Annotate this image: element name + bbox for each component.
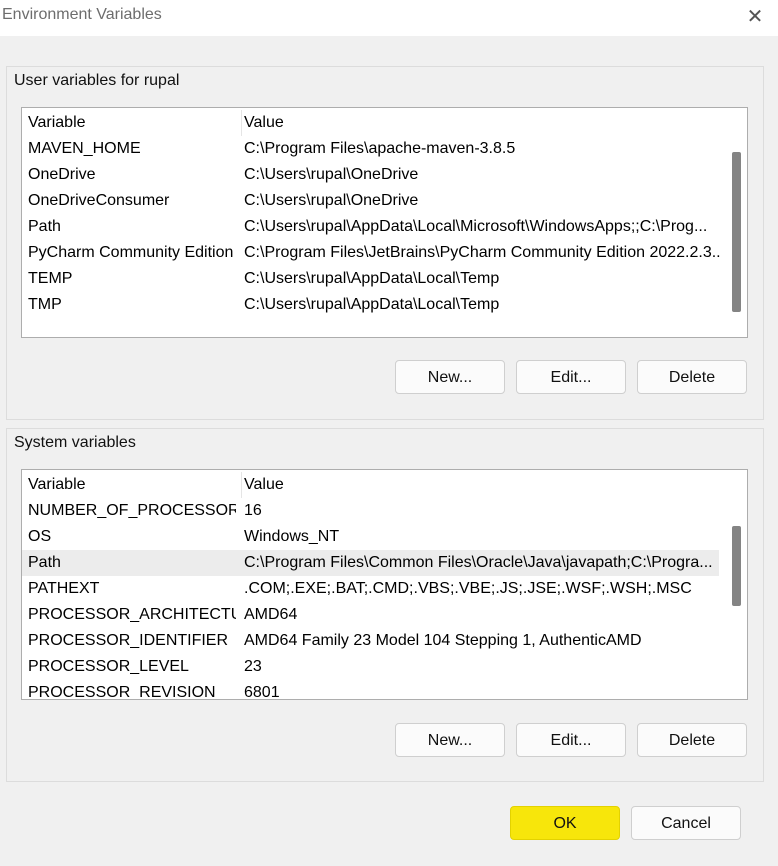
variable-name: TMP — [28, 296, 62, 313]
system-edit-button[interactable]: Edit... — [516, 723, 626, 757]
close-icon[interactable]: ✕ — [742, 5, 768, 29]
system-variable-row[interactable]: OS Windows_NT — [22, 524, 719, 550]
cancel-button[interactable]: Cancel — [631, 806, 741, 840]
variable-value: C:\Users\rupal\AppData\Local\Microsoft\W… — [244, 218, 708, 235]
scrollbar-thumb[interactable] — [732, 152, 741, 312]
variable-value: Windows_NT — [244, 528, 340, 545]
user-variable-row[interactable]: TEMP C:\Users\rupal\AppData\Local\Temp — [22, 266, 719, 292]
variable-value: C:\Users\rupal\OneDrive — [244, 192, 419, 209]
variable-value: 6801 — [244, 684, 280, 700]
variable-value: AMD64 Family 23 Model 104 Stepping 1, Au… — [244, 632, 642, 649]
system-delete-button[interactable]: Delete — [637, 723, 747, 757]
variable-name: OneDriveConsumer — [28, 192, 170, 209]
variable-name: Path — [28, 218, 61, 235]
system-variable-row[interactable]: PROCESSOR_REVISION 6801 — [22, 680, 719, 700]
window-title: Environment Variables — [2, 6, 162, 23]
ok-button[interactable]: OK — [510, 806, 620, 840]
user-new-button[interactable]: New... — [395, 360, 505, 394]
scrollbar-thumb[interactable] — [732, 526, 741, 606]
system-variable-row[interactable]: PROCESSOR_LEVEL 23 — [22, 654, 719, 680]
variable-name: NUMBER_OF_PROCESSORS — [28, 502, 236, 519]
system-variable-row[interactable]: PROCESSOR_IDENTIFIER AMD64 Family 23 Mod… — [22, 628, 719, 654]
variable-name: PROCESSOR_ARCHITECTURE — [28, 606, 236, 623]
variable-name: OS — [28, 528, 52, 545]
system-variable-row[interactable]: PATHEXT .COM;.EXE;.BAT;.CMD;.VBS;.VBE;.J… — [22, 576, 719, 602]
system-list-header: Variable Value — [22, 472, 719, 498]
variable-name: TEMP — [28, 270, 73, 287]
user-variable-row[interactable]: OneDriveConsumer C:\Users\rupal\OneDrive — [22, 188, 719, 214]
column-header-value[interactable]: Value — [241, 472, 720, 498]
variable-value: .COM;.EXE;.BAT;.CMD;.VBS;.VBE;.JS;.JSE;.… — [244, 580, 692, 597]
variable-value: AMD64 — [244, 606, 298, 623]
user-variable-row[interactable]: TMP C:\Users\rupal\AppData\Local\Temp — [22, 292, 719, 318]
system-variable-row[interactable]: NUMBER_OF_PROCESSORS 16 — [22, 498, 719, 524]
user-variable-row[interactable]: OneDrive C:\Users\rupal\OneDrive — [22, 162, 719, 188]
variable-name: Path — [28, 554, 61, 571]
variable-name: MAVEN_HOME — [28, 140, 141, 157]
system-variable-row-selected[interactable]: Path C:\Program Files\Common Files\Oracl… — [22, 550, 719, 576]
variable-value: 23 — [244, 658, 262, 675]
system-variables-list[interactable]: Variable Value NUMBER_OF_PROCESSORS 16 O… — [21, 469, 748, 700]
variable-value: C:\Program Files\Common Files\Oracle\Jav… — [244, 554, 713, 571]
user-list-header: Variable Value — [22, 110, 719, 136]
variable-name: PATHEXT — [28, 580, 100, 597]
variable-value: 16 — [244, 502, 262, 519]
variable-value: C:\Users\rupal\OneDrive — [244, 166, 419, 183]
system-variable-row[interactable]: PROCESSOR_ARCHITECTURE AMD64 — [22, 602, 719, 628]
title-bar: Environment Variables ✕ — [0, 0, 778, 36]
system-new-button[interactable]: New... — [395, 723, 505, 757]
variable-name: PyCharm Community Edition — [28, 244, 234, 261]
user-delete-button[interactable]: Delete — [637, 360, 747, 394]
column-header-variable[interactable]: Variable — [28, 472, 236, 498]
user-variables-list[interactable]: Variable Value MAVEN_HOME C:\Program Fil… — [21, 107, 748, 338]
variable-name: PROCESSOR_LEVEL — [28, 658, 189, 675]
user-variable-row[interactable]: Path C:\Users\rupal\AppData\Local\Micros… — [22, 214, 719, 240]
variable-value: C:\Users\rupal\AppData\Local\Temp — [244, 296, 500, 313]
user-variable-row[interactable]: PyCharm Community Edition C:\Program Fil… — [22, 240, 720, 266]
variable-value: C:\Program Files\apache-maven-3.8.5 — [244, 140, 516, 157]
user-edit-button[interactable]: Edit... — [516, 360, 626, 394]
variable-name: OneDrive — [28, 166, 96, 183]
system-list-scrollbar[interactable] — [726, 470, 746, 697]
user-variable-row[interactable]: MAVEN_HOME C:\Program Files\apache-maven… — [22, 136, 719, 162]
user-list-scrollbar[interactable] — [726, 108, 746, 335]
column-header-value[interactable]: Value — [241, 110, 720, 136]
column-header-variable[interactable]: Variable — [28, 110, 236, 136]
variable-value: C:\Users\rupal\AppData\Local\Temp — [244, 270, 500, 287]
variable-value: C:\Program Files\JetBrains\PyCharm Commu… — [244, 244, 720, 261]
variable-name: PROCESSOR_IDENTIFIER — [28, 632, 229, 649]
variable-name: PROCESSOR_REVISION — [28, 684, 216, 700]
